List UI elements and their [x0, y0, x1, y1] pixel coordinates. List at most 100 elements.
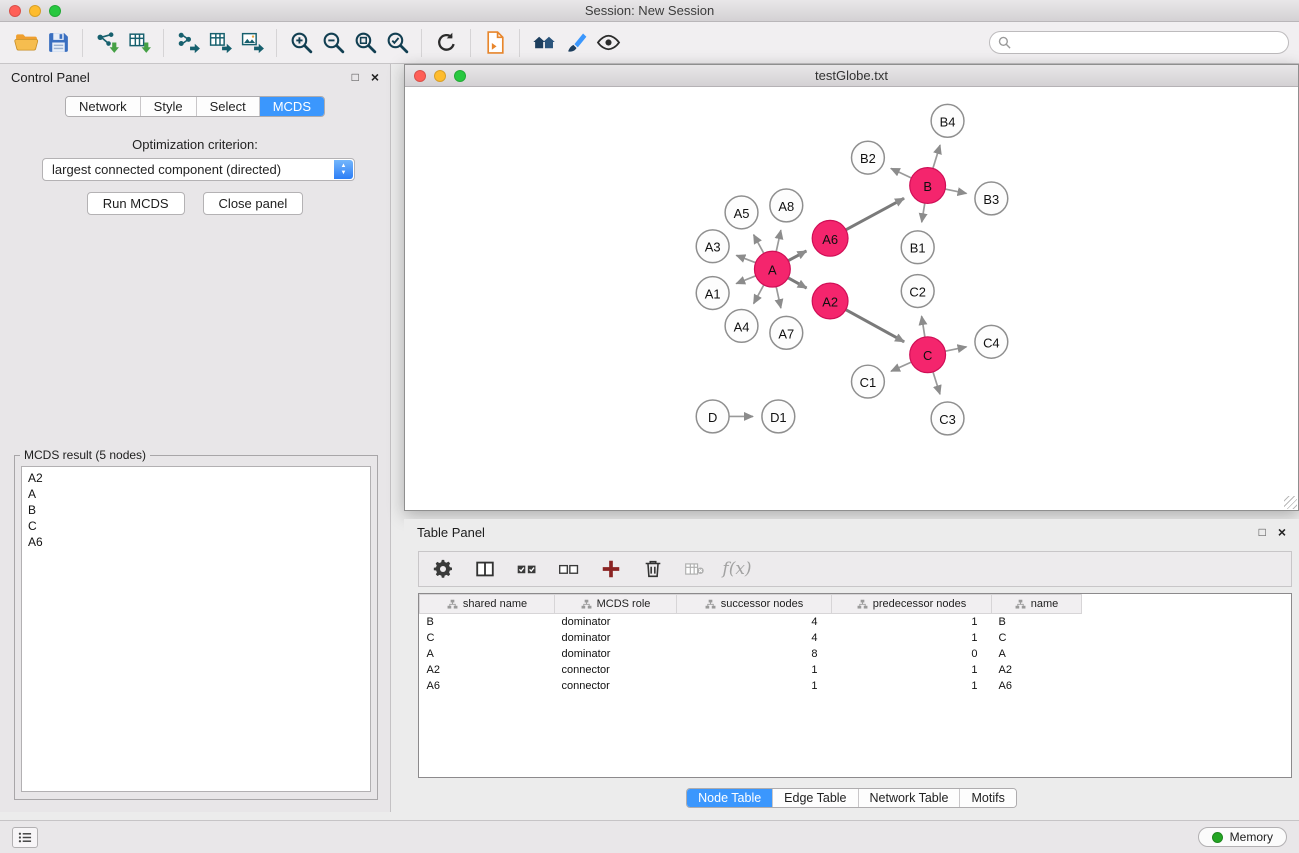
memory-button[interactable]: Memory: [1198, 827, 1287, 847]
network-node-D1[interactable]: D1: [762, 400, 795, 433]
network-edge-B-B4[interactable]: [933, 145, 940, 168]
network-node-B1[interactable]: B1: [901, 231, 934, 264]
zoom-selected-icon[interactable]: [381, 27, 413, 59]
delete-row-icon[interactable]: [639, 555, 667, 583]
control-tab-select[interactable]: Select: [197, 97, 260, 116]
style-brush-icon[interactable]: [560, 27, 592, 59]
close-window-button[interactable]: [9, 5, 21, 17]
control-tab-style[interactable]: Style: [141, 97, 197, 116]
export-network-icon[interactable]: [172, 27, 204, 59]
network-node-C4[interactable]: C4: [975, 325, 1008, 358]
column-header-name[interactable]: name: [992, 595, 1082, 614]
zoom-out-icon[interactable]: [317, 27, 349, 59]
column-header-predecessor-nodes[interactable]: predecessor nodes: [832, 595, 992, 614]
network-node-A[interactable]: A: [754, 251, 790, 287]
network-edge-A-A8[interactable]: [776, 230, 781, 251]
network-node-A8[interactable]: A8: [770, 189, 803, 222]
column-visibility-icon[interactable]: [471, 555, 499, 583]
table-disabled-icon[interactable]: [681, 555, 709, 583]
network-edge-A2-C[interactable]: [846, 310, 904, 342]
network-edge-A-A4[interactable]: [754, 285, 764, 304]
column-header-mcds-role[interactable]: MCDS role: [555, 595, 677, 614]
network-node-C3[interactable]: C3: [931, 402, 964, 435]
network-from-selection-icon[interactable]: [479, 27, 511, 59]
deselect-all-rows-icon[interactable]: [555, 555, 583, 583]
network-edge-A-A6[interactable]: [788, 251, 806, 261]
save-session-icon[interactable]: [42, 27, 74, 59]
import-network-icon[interactable]: [91, 27, 123, 59]
table-row[interactable]: A2connector11A2: [420, 662, 1082, 678]
network-edge-B-B2[interactable]: [891, 168, 911, 178]
mcds-result-item[interactable]: B: [28, 502, 364, 518]
network-zoom-button[interactable]: [454, 70, 466, 82]
close-panel-icon[interactable]: ×: [371, 70, 379, 84]
network-minimize-button[interactable]: [434, 70, 446, 82]
resize-grip[interactable]: [1284, 496, 1297, 509]
network-edge-C-C3[interactable]: [933, 372, 940, 394]
function-builder-icon[interactable]: f(x): [723, 555, 751, 583]
refresh-network-icon[interactable]: [430, 27, 462, 59]
network-node-A7[interactable]: A7: [770, 316, 803, 349]
network-edge-C-C4[interactable]: [945, 347, 966, 351]
network-node-D[interactable]: D: [696, 400, 729, 433]
network-canvas-area[interactable]: B4B2BB3A5A8A6B1A3AC2A1A2A4A7C4CC1C3DD1: [405, 87, 1298, 510]
close-panel-button[interactable]: Close panel: [203, 192, 304, 215]
table-tab-motifs[interactable]: Motifs: [960, 789, 1015, 807]
column-header-successor-nodes[interactable]: successor nodes: [677, 595, 832, 614]
select-all-rows-icon[interactable]: [513, 555, 541, 583]
zoom-window-button[interactable]: [49, 5, 61, 17]
network-node-B3[interactable]: B3: [975, 182, 1008, 215]
optimization-criterion-select[interactable]: largest connected component (directed) ▲…: [42, 158, 355, 181]
zoom-in-icon[interactable]: [285, 27, 317, 59]
network-edge-A6-B[interactable]: [846, 198, 904, 229]
mcds-result-item[interactable]: A: [28, 486, 364, 502]
network-node-B[interactable]: B: [910, 168, 946, 204]
table-close-panel-icon[interactable]: ×: [1278, 525, 1286, 539]
home-pair-icon[interactable]: [528, 27, 560, 59]
export-table-icon[interactable]: [204, 27, 236, 59]
zoom-fit-icon[interactable]: [349, 27, 381, 59]
open-folder-icon[interactable]: [10, 27, 42, 59]
network-node-A5[interactable]: A5: [725, 196, 758, 229]
table-row[interactable]: Bdominator41B: [420, 614, 1082, 630]
mcds-result-item[interactable]: A2: [28, 470, 364, 486]
network-node-A3[interactable]: A3: [696, 230, 729, 263]
network-canvas[interactable]: B4B2BB3A5A8A6B1A3AC2A1A2A4A7C4CC1C3DD1: [405, 87, 1298, 510]
add-row-icon[interactable]: [597, 555, 625, 583]
table-tab-edge-table[interactable]: Edge Table: [773, 789, 858, 807]
table-row[interactable]: A6connector11A6: [420, 678, 1082, 694]
control-tab-network[interactable]: Network: [66, 97, 141, 116]
table-float-panel-icon[interactable]: □: [1259, 526, 1266, 538]
run-mcds-button[interactable]: Run MCDS: [87, 192, 185, 215]
search-box[interactable]: [989, 31, 1289, 54]
table-row[interactable]: Adominator80A: [420, 646, 1082, 662]
network-close-button[interactable]: [414, 70, 426, 82]
network-edge-C-C2[interactable]: [922, 316, 925, 337]
import-table-icon[interactable]: [123, 27, 155, 59]
mcds-result-item[interactable]: A6: [28, 534, 364, 550]
column-header-shared-name[interactable]: shared name: [420, 595, 555, 614]
network-node-B4[interactable]: B4: [931, 104, 964, 137]
network-node-A6[interactable]: A6: [812, 220, 848, 256]
network-edge-C-C1[interactable]: [891, 362, 911, 371]
table-tab-network-table[interactable]: Network Table: [859, 789, 961, 807]
network-node-A4[interactable]: A4: [725, 309, 758, 342]
network-node-A1[interactable]: A1: [696, 277, 729, 310]
minimize-window-button[interactable]: [29, 5, 41, 17]
panel-list-button[interactable]: [12, 827, 38, 848]
network-node-C1[interactable]: C1: [852, 365, 885, 398]
node-table-container[interactable]: shared nameMCDS rolesuccessor nodesprede…: [418, 593, 1292, 778]
network-edge-A-A1[interactable]: [736, 276, 756, 284]
eye-icon[interactable]: [592, 27, 624, 59]
export-image-icon[interactable]: [236, 27, 268, 59]
network-edge-B-B1[interactable]: [922, 203, 925, 222]
settings-gear-icon[interactable]: [429, 555, 457, 583]
network-edge-A-A5[interactable]: [754, 235, 764, 254]
control-tab-mcds[interactable]: MCDS: [260, 97, 324, 116]
mcds-result-list[interactable]: A2ABCA6: [21, 466, 371, 792]
network-node-A2[interactable]: A2: [812, 283, 848, 319]
network-edge-A-A3[interactable]: [736, 255, 755, 262]
network-edge-A-A7[interactable]: [776, 287, 781, 308]
network-node-C2[interactable]: C2: [901, 275, 934, 308]
network-node-B2[interactable]: B2: [852, 141, 885, 174]
